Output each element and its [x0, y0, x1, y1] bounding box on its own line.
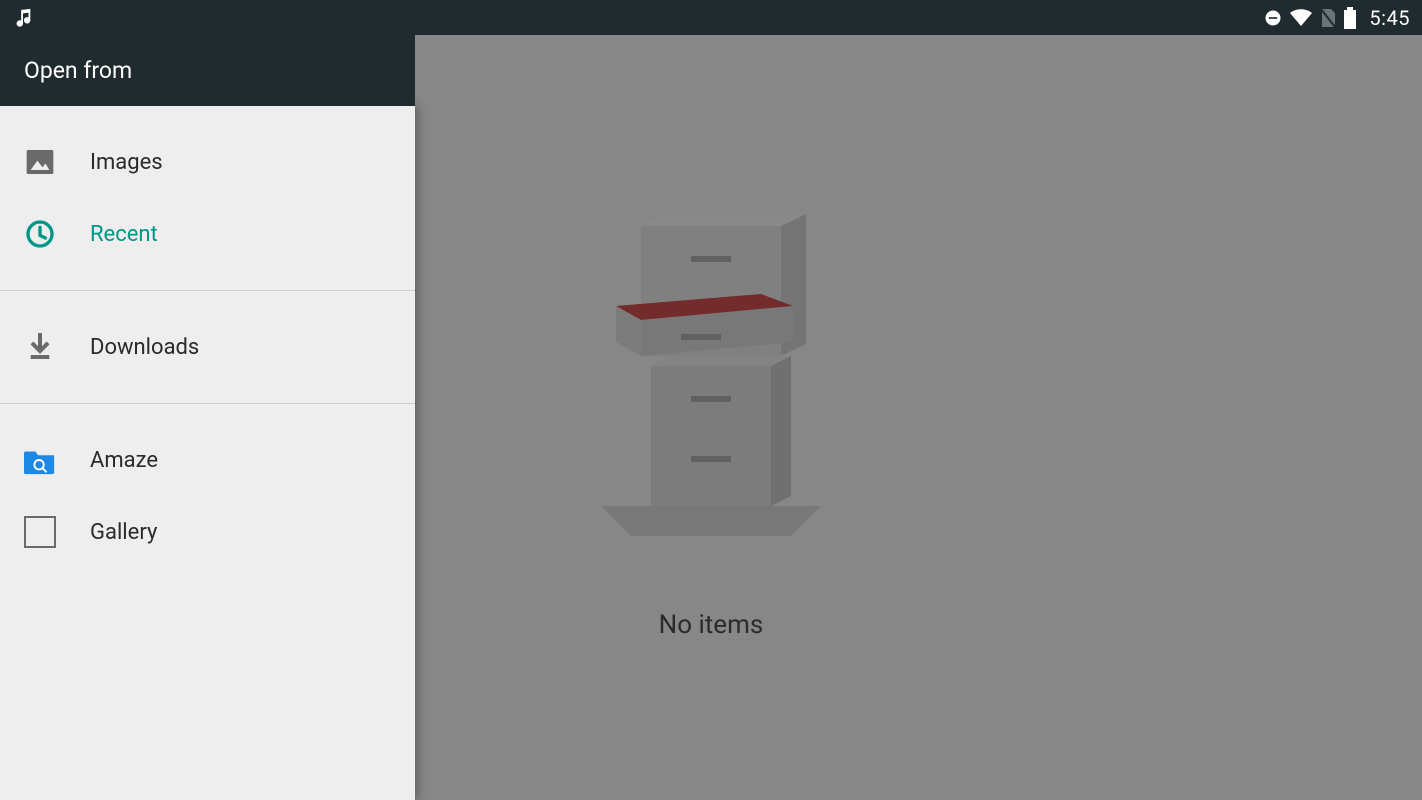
download-icon [24, 331, 56, 363]
drawer-item-label: Amaze [90, 448, 158, 473]
status-time: 5:45 [1369, 6, 1410, 30]
no-sim-icon [1319, 7, 1337, 29]
drawer-section-locations: Images Recent [0, 106, 415, 290]
status-left [12, 7, 34, 29]
gallery-icon [24, 516, 56, 548]
drawer-item-label: Downloads [90, 335, 199, 360]
drawer-section-apps: Amaze Gallery [0, 404, 415, 588]
body: No items Images Recent [0, 106, 1422, 800]
amaze-icon [24, 444, 56, 476]
drawer-item-amaze[interactable]: Amaze [0, 424, 415, 496]
wifi-icon [1289, 8, 1313, 28]
battery-icon [1343, 7, 1357, 29]
status-bar: 5:45 [0, 0, 1422, 35]
drawer-item-recent[interactable]: Recent [0, 198, 415, 270]
drawer-item-downloads[interactable]: Downloads [0, 311, 415, 383]
dnd-icon [1263, 8, 1283, 28]
drawer-item-label: Gallery [90, 520, 157, 545]
image-icon [24, 146, 56, 178]
drawer-item-label: Recent [90, 222, 158, 247]
drawer-header: Open from [0, 35, 415, 106]
status-right: 5:45 [1263, 6, 1410, 30]
drawer-section-storage: Downloads [0, 291, 415, 403]
root: { "status": { "time": "5:45" }, "app_bar… [0, 0, 1422, 800]
drawer-item-gallery[interactable]: Gallery [0, 496, 415, 568]
clock-icon [24, 218, 56, 250]
drawer-item-label: Images [90, 150, 163, 175]
drawer-title: Open from [24, 57, 132, 84]
drawer: Images Recent Downloads [0, 106, 415, 800]
drawer-item-images[interactable]: Images [0, 126, 415, 198]
music-icon [12, 7, 34, 29]
